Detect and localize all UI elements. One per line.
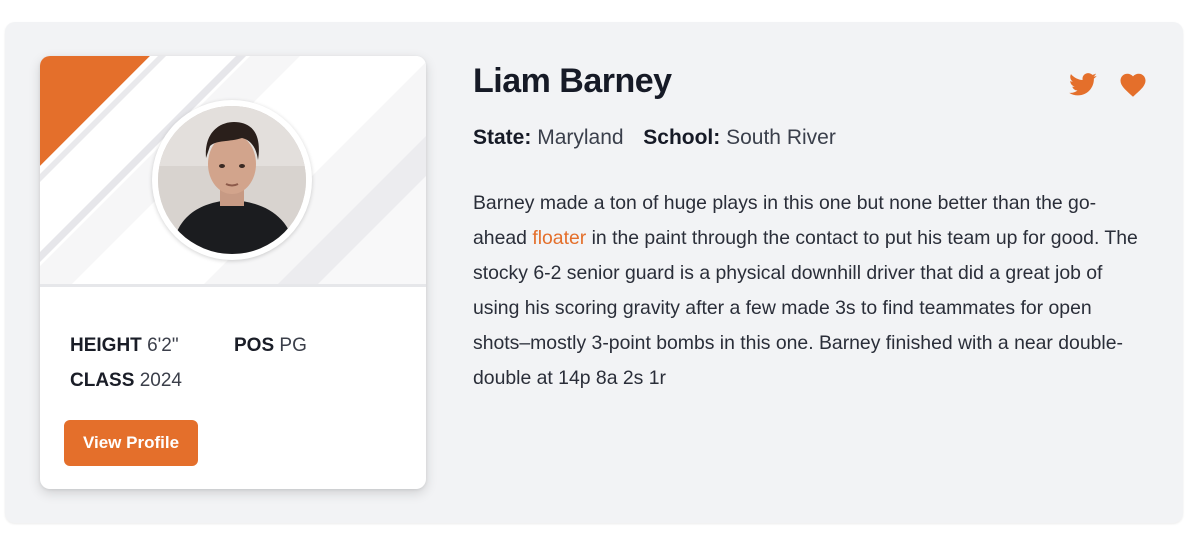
avatar (158, 106, 306, 254)
stat-height: HEIGHT 6'2" (70, 335, 179, 357)
stat-class-value: 2024 (139, 370, 182, 391)
player-name: Liam Barney (473, 62, 672, 100)
stat-height-label: HEIGHT (70, 335, 142, 356)
state-label: State: (473, 126, 532, 149)
heart-icon[interactable] (1118, 70, 1148, 100)
card-banner (40, 56, 426, 284)
stat-position: POS PG (234, 335, 307, 357)
player-spotlight-panel: HEIGHT 6'2" POS PG CLASS 2024 View Profi… (5, 22, 1183, 523)
player-description: Barney made a ton of huge plays in this … (473, 186, 1145, 396)
banner-divider (40, 284, 426, 287)
stat-class: CLASS 2024 (70, 370, 182, 392)
avatar-ring (152, 100, 312, 260)
description-text-2: in the paint through the contact to put … (473, 227, 1138, 389)
player-photo (158, 106, 306, 254)
stat-position-label: POS (234, 335, 275, 356)
stat-class-label: CLASS (70, 370, 135, 391)
player-meta: State: Maryland School: South River (473, 126, 836, 150)
player-card: HEIGHT 6'2" POS PG CLASS 2024 View Profi… (40, 56, 426, 489)
school-value: South River (726, 126, 836, 149)
state-value: Maryland (537, 126, 624, 149)
view-profile-button[interactable]: View Profile (64, 420, 198, 466)
stat-position-value: PG (279, 335, 307, 356)
social-actions (1068, 70, 1148, 102)
twitter-icon[interactable] (1068, 70, 1098, 100)
school-label: School: (643, 126, 721, 149)
stat-height-value: 6'2" (147, 335, 179, 356)
floater-link[interactable]: floater (532, 227, 586, 249)
